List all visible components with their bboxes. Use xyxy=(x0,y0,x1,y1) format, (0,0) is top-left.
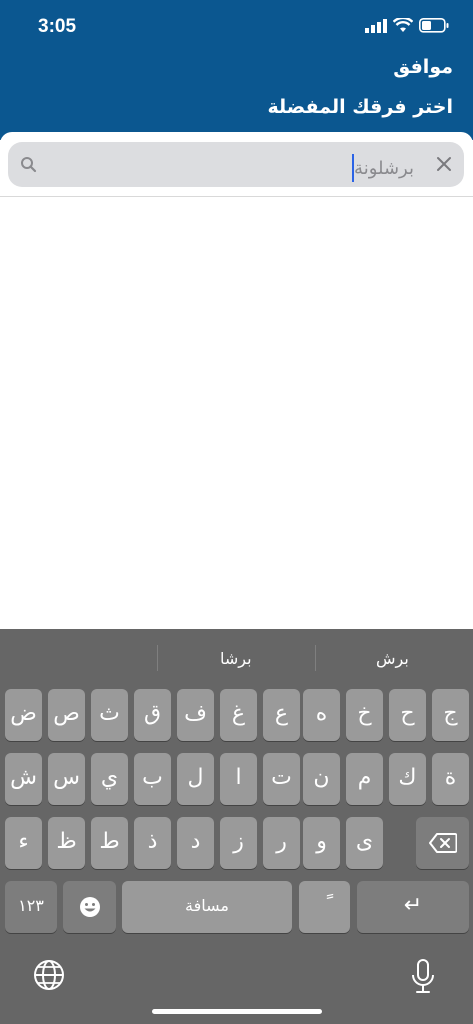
key[interactable]: ة xyxy=(432,753,469,805)
search-icon xyxy=(21,157,37,173)
search-divider xyxy=(0,196,473,197)
space-key[interactable]: مسافة xyxy=(122,881,292,933)
return-key[interactable]: ↵ xyxy=(357,881,469,933)
key[interactable]: ث xyxy=(91,689,128,741)
key[interactable]: ح xyxy=(389,689,426,741)
key[interactable]: ب xyxy=(134,753,171,805)
key[interactable]: م xyxy=(346,753,383,805)
key[interactable]: غ xyxy=(220,689,257,741)
search-input[interactable]: برشلونة xyxy=(8,142,464,187)
wifi-icon xyxy=(393,18,413,32)
key[interactable]: ء xyxy=(5,817,42,869)
emoji-key[interactable] xyxy=(63,881,116,933)
key[interactable]: ذ xyxy=(134,817,171,869)
key[interactable]: ز xyxy=(220,817,257,869)
key[interactable]: ن xyxy=(303,753,340,805)
text-caret xyxy=(352,154,355,182)
battery-icon xyxy=(419,18,449,33)
suggestion-1[interactable]: برش xyxy=(376,649,409,668)
key[interactable]: ج xyxy=(432,689,469,741)
key[interactable]: ي xyxy=(91,753,128,805)
home-indicator[interactable] xyxy=(152,1009,322,1014)
suggestion-2[interactable]: برشا xyxy=(220,649,252,668)
microphone-icon[interactable] xyxy=(410,958,436,996)
key[interactable]: ت xyxy=(263,753,300,805)
key[interactable]: د xyxy=(177,817,214,869)
numbers-key[interactable]: ١٢٣ xyxy=(5,881,57,933)
key[interactable]: ط xyxy=(91,817,128,869)
cellular-signal-icon xyxy=(365,18,387,33)
key[interactable]: ش xyxy=(5,753,42,805)
key[interactable]: س xyxy=(48,753,85,805)
results-sheet: برشلونة xyxy=(0,132,473,629)
emoji-icon xyxy=(79,897,100,917)
key[interactable]: ا xyxy=(220,753,257,805)
suggestion-divider xyxy=(157,645,158,671)
search-value: برشلونة xyxy=(354,157,414,179)
tanween-key[interactable]: ً xyxy=(299,881,350,933)
suggestion-divider xyxy=(315,645,316,671)
key[interactable]: ص xyxy=(48,689,85,741)
clear-icon[interactable] xyxy=(436,156,452,172)
key[interactable]: ض xyxy=(5,689,42,741)
key[interactable]: ل xyxy=(177,753,214,805)
key[interactable]: و xyxy=(303,817,340,869)
key[interactable]: ك xyxy=(389,753,426,805)
key[interactable]: ف xyxy=(177,689,214,741)
key[interactable]: ق xyxy=(134,689,171,741)
key[interactable]: ه xyxy=(303,689,340,741)
status-icons xyxy=(365,18,449,33)
key[interactable]: خ xyxy=(346,689,383,741)
key[interactable]: ع xyxy=(263,689,300,741)
confirm-button[interactable]: موافق xyxy=(393,56,453,78)
key[interactable]: ى xyxy=(346,817,383,869)
key[interactable]: ر xyxy=(263,817,300,869)
suggestion-bar: برش برشا xyxy=(0,629,473,687)
search-text: برشلونة xyxy=(351,154,414,182)
backspace-key[interactable] xyxy=(416,817,469,869)
app-header: 3:05 موافق اختر فرقك المفضلة xyxy=(0,0,473,140)
status-time: 3:05 xyxy=(38,16,77,37)
backspace-icon xyxy=(428,833,457,853)
page-title: اختر فرقك المفضلة xyxy=(267,96,453,118)
key[interactable]: ظ xyxy=(48,817,85,869)
globe-icon[interactable] xyxy=(32,958,66,992)
